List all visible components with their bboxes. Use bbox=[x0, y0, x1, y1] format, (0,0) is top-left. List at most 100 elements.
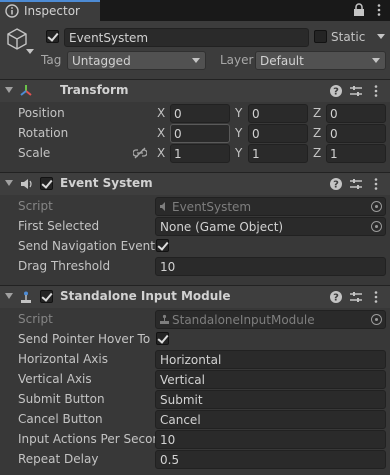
component-title: Event System bbox=[60, 176, 153, 190]
preset-sliders-icon[interactable] bbox=[349, 177, 363, 191]
script-value: EventSystem bbox=[172, 200, 252, 214]
input-actions-per-second-field[interactable]: 10 bbox=[155, 430, 386, 449]
scale-x-field[interactable]: 1 bbox=[170, 144, 230, 163]
axis-y-label: Y bbox=[235, 146, 243, 160]
tab-label: Inspector bbox=[24, 4, 80, 18]
drag-threshold-label: Drag Threshold bbox=[18, 259, 111, 273]
input-module-header[interactable]: Standalone Input Module ? bbox=[0, 286, 390, 308]
tab-inspector[interactable]: Inspector bbox=[0, 0, 100, 21]
cancel-button-label: Cancel Button bbox=[18, 412, 103, 426]
drag-threshold-field[interactable]: 10 bbox=[155, 257, 386, 276]
tag-label: Tag bbox=[41, 53, 62, 67]
kebab-menu-icon[interactable] bbox=[372, 3, 386, 17]
svg-text:?: ? bbox=[333, 87, 339, 98]
tag-dropdown[interactable]: Untagged bbox=[67, 51, 206, 70]
preset-sliders-icon[interactable] bbox=[349, 290, 363, 304]
repeat-delay-field[interactable]: 0.5 bbox=[155, 450, 386, 469]
scale-y-field[interactable]: 1 bbox=[248, 144, 308, 163]
event-system-icon bbox=[21, 179, 32, 189]
rotation-y-field[interactable]: 0 bbox=[248, 124, 308, 143]
script-icon bbox=[160, 314, 169, 324]
axis-x-label: X bbox=[157, 106, 166, 120]
component-title: Transform bbox=[60, 83, 129, 97]
transform-header[interactable]: Transform ? bbox=[0, 80, 390, 102]
component-enabled-checkbox[interactable] bbox=[40, 177, 53, 190]
rotation-label: Rotation bbox=[18, 126, 69, 140]
script-field: StandaloneInputModule bbox=[155, 310, 386, 329]
horizontal-axis-field[interactable]: Horizontal bbox=[155, 350, 386, 369]
info-icon bbox=[5, 4, 19, 18]
transform-icon bbox=[20, 85, 32, 96]
submit-button-label: Submit Button bbox=[18, 392, 105, 406]
script-icon bbox=[160, 202, 165, 211]
lock-icon[interactable] bbox=[352, 3, 366, 17]
axis-x-label: X bbox=[157, 126, 166, 140]
static-dropdown-arrow[interactable] bbox=[377, 34, 385, 39]
link-icon[interactable] bbox=[133, 147, 147, 159]
first-selected-field[interactable]: None (Game Object) bbox=[155, 217, 386, 236]
repeat-delay-label: Repeat Delay bbox=[18, 452, 99, 466]
position-label: Position bbox=[18, 106, 65, 120]
script-label: Script bbox=[18, 199, 53, 213]
script-label: Script bbox=[18, 312, 53, 326]
script-value: StandaloneInputModule bbox=[172, 313, 315, 327]
layer-dropdown[interactable]: Default bbox=[255, 51, 386, 70]
preset-sliders-icon[interactable] bbox=[349, 84, 363, 98]
send-pointer-hover-label: Send Pointer Hover To P bbox=[18, 332, 155, 346]
static-label: Static bbox=[331, 30, 366, 44]
component-enabled-checkbox[interactable] bbox=[40, 290, 53, 303]
axis-y-label: Y bbox=[235, 106, 243, 120]
active-checkbox[interactable] bbox=[46, 30, 59, 43]
axis-z-label: Z bbox=[313, 106, 322, 120]
object-picker-icon[interactable] bbox=[371, 201, 382, 212]
event-system-header[interactable]: Event System ? bbox=[0, 173, 390, 195]
help-icon[interactable]: ? bbox=[329, 177, 343, 191]
submit-button-field[interactable]: Submit bbox=[155, 390, 386, 409]
first-selected-label: First Selected bbox=[18, 219, 100, 233]
svg-text:?: ? bbox=[333, 180, 339, 191]
joystick-icon bbox=[21, 291, 31, 303]
script-field: EventSystem bbox=[155, 197, 386, 216]
send-navigation-checkbox[interactable] bbox=[156, 239, 169, 252]
foldout-arrow-icon[interactable] bbox=[5, 87, 13, 93]
tab-bar: Inspector bbox=[0, 0, 390, 21]
input-actions-per-second-label: Input Actions Per Secon bbox=[18, 432, 155, 446]
foldout-arrow-icon[interactable] bbox=[5, 180, 13, 186]
help-icon[interactable]: ? bbox=[329, 290, 343, 304]
object-picker-icon[interactable] bbox=[371, 314, 382, 325]
rotation-x-field[interactable]: 0 bbox=[170, 124, 230, 143]
axis-z-label: Z bbox=[313, 126, 322, 140]
icon-dropdown-arrow[interactable] bbox=[26, 49, 34, 54]
axis-z-label: Z bbox=[313, 146, 322, 160]
kebab-menu-icon[interactable] bbox=[369, 84, 383, 98]
chevron-down-icon bbox=[372, 58, 380, 63]
object-header: EventSystem Static Tag Untagged Layer De… bbox=[0, 21, 390, 79]
foldout-arrow-icon[interactable] bbox=[5, 293, 13, 299]
tag-value: Untagged bbox=[72, 54, 131, 68]
kebab-menu-icon[interactable] bbox=[369, 290, 383, 304]
component-title: Standalone Input Module bbox=[60, 289, 231, 303]
axis-y-label: Y bbox=[235, 126, 243, 140]
gameobject-cube-icon bbox=[7, 28, 27, 50]
object-picker-icon[interactable] bbox=[371, 221, 382, 232]
send-navigation-label: Send Navigation Events bbox=[18, 239, 155, 253]
scale-z-field[interactable]: 1 bbox=[326, 144, 386, 163]
axis-x-label: X bbox=[157, 146, 166, 160]
vertical-axis-field[interactable]: Vertical bbox=[155, 370, 386, 389]
send-pointer-hover-checkbox[interactable] bbox=[156, 332, 169, 345]
horizontal-axis-label: Horizontal Axis bbox=[18, 352, 108, 366]
chevron-down-icon bbox=[192, 58, 200, 63]
rotation-z-field[interactable]: 0 bbox=[326, 124, 386, 143]
static-checkbox[interactable] bbox=[314, 30, 327, 43]
first-selected-value: None (Game Object) bbox=[160, 220, 284, 234]
cancel-button-field[interactable]: Cancel bbox=[155, 410, 386, 429]
help-icon[interactable]: ? bbox=[329, 84, 343, 98]
position-x-field[interactable]: 0 bbox=[170, 104, 230, 123]
scale-label: Scale bbox=[18, 146, 51, 160]
position-z-field[interactable]: 0 bbox=[326, 104, 386, 123]
layer-value: Default bbox=[260, 54, 304, 68]
object-name-field[interactable]: EventSystem bbox=[64, 28, 309, 47]
kebab-menu-icon[interactable] bbox=[369, 177, 383, 191]
position-y-field[interactable]: 0 bbox=[248, 104, 308, 123]
vertical-axis-label: Vertical Axis bbox=[18, 372, 92, 386]
